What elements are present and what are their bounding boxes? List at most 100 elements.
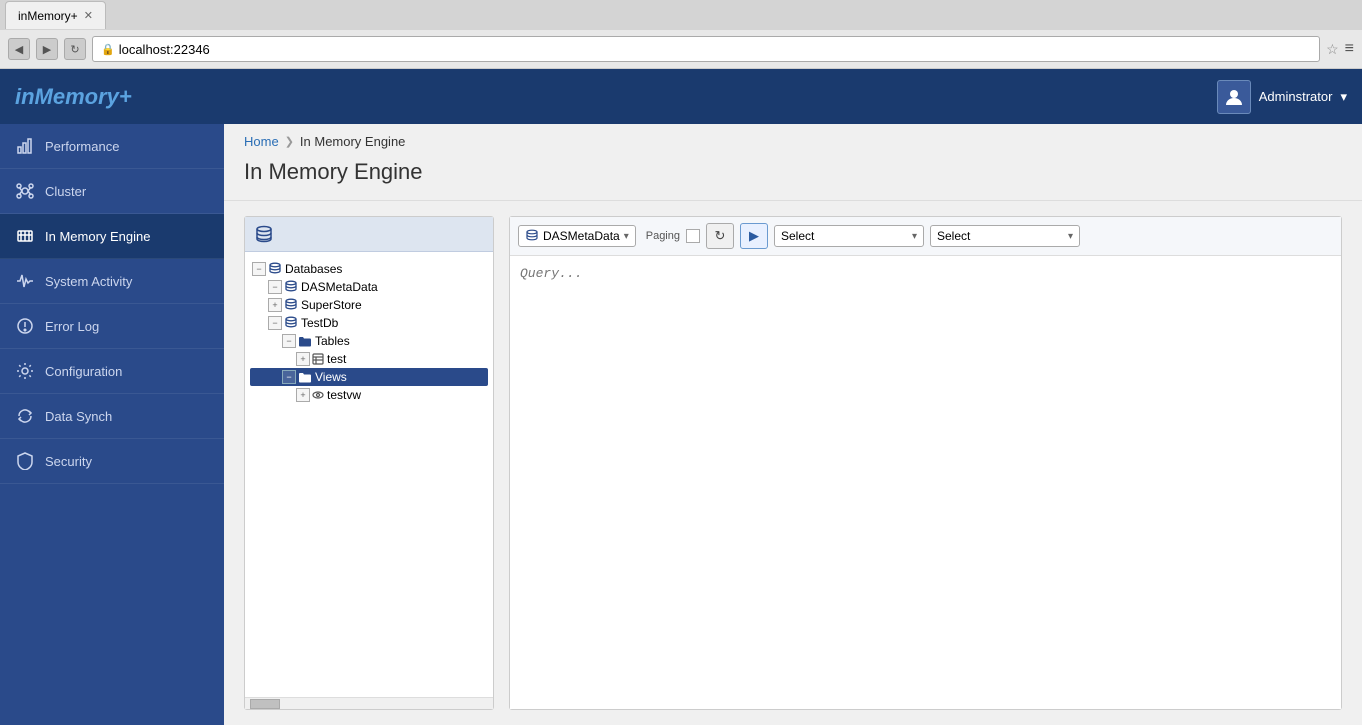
tab-title: inMemory+	[18, 9, 78, 23]
tree-scrollbar-thumb[interactable]	[250, 699, 280, 709]
testdb-icon	[284, 316, 298, 330]
breadcrumb-separator: ❯	[285, 135, 294, 148]
sidebar-label-cluster: Cluster	[45, 184, 86, 199]
refresh-button[interactable]: ↻	[706, 223, 734, 249]
panels-area: − Databases − DASMetaData +	[224, 201, 1362, 725]
tree-toggle-tables[interactable]: −	[282, 334, 296, 348]
user-avatar-icon	[1217, 80, 1251, 114]
header-right: Adminstrator ▾	[1217, 80, 1347, 114]
query-textarea[interactable]	[510, 256, 1341, 709]
main-area: Performance Cluster In Memory Engine Sys…	[0, 124, 1362, 725]
app-header: inMemory+ Adminstrator ▾	[0, 69, 1362, 124]
tree-node-views[interactable]: − Views	[250, 368, 488, 386]
sidebar-label-system-activity: System Activity	[45, 274, 132, 289]
sidebar-label-configuration: Configuration	[45, 364, 122, 379]
address-bar: ◀ ▶ ↻ 🔒 localhost:22346 ☆ ≡	[0, 30, 1362, 68]
select-dropdown-2[interactable]: Select ▾	[930, 225, 1080, 247]
forward-button[interactable]: ▶	[36, 38, 58, 60]
tree-label-dasmetadata: DASMetaData	[301, 280, 378, 294]
app-container: inMemory+ Adminstrator ▾ Performance C	[0, 69, 1362, 725]
error-icon	[15, 316, 35, 336]
superstore-icon	[284, 298, 298, 312]
select-2-label: Select	[937, 229, 970, 243]
url-text: localhost:22346	[119, 42, 210, 57]
page-title: In Memory Engine	[224, 154, 1362, 201]
breadcrumb: Home ❯ In Memory Engine	[224, 124, 1362, 154]
db-selector-icon	[525, 229, 539, 243]
tree-toggle-testdb[interactable]: −	[268, 316, 282, 330]
sync-icon	[15, 406, 35, 426]
tree-node-testvw[interactable]: + testvw	[250, 386, 488, 404]
select-1-arrow-icon: ▾	[912, 231, 917, 242]
tree-node-testdb[interactable]: − TestDb	[250, 314, 488, 332]
play-button[interactable]: ▶	[740, 223, 768, 249]
browser-chrome: inMemory+ ✕ ◀ ▶ ↻ 🔒 localhost:22346 ☆ ≡	[0, 0, 1362, 69]
config-icon	[15, 361, 35, 381]
testvw-icon	[312, 389, 324, 401]
sidebar-item-data-synch[interactable]: Data Synch	[0, 394, 224, 439]
paging-checkbox[interactable]	[686, 229, 700, 243]
tree-panel: − Databases − DASMetaData +	[244, 216, 494, 710]
bookmark-icon[interactable]: ☆	[1326, 41, 1339, 58]
tree-label-testdb: TestDb	[301, 316, 338, 330]
back-button[interactable]: ◀	[8, 38, 30, 60]
select-dropdown-1[interactable]: Select ▾	[774, 225, 924, 247]
db-selector[interactable]: DASMetaData ▾	[518, 225, 636, 247]
logo-text: inMemory	[15, 84, 119, 109]
cluster-icon	[15, 181, 35, 201]
tree-toggle-views[interactable]: −	[282, 370, 296, 384]
breadcrumb-home[interactable]: Home	[244, 134, 279, 149]
tree-scrollbar[interactable]	[245, 697, 493, 709]
memory-icon	[15, 226, 35, 246]
admin-dropdown-icon[interactable]: ▾	[1340, 89, 1347, 105]
sidebar-item-performance[interactable]: Performance	[0, 124, 224, 169]
tree-toggle-superstore[interactable]: +	[268, 298, 282, 312]
views-folder-icon	[298, 370, 312, 384]
app-logo: inMemory+	[15, 84, 132, 110]
sidebar-item-cluster[interactable]: Cluster	[0, 169, 224, 214]
tree-label-test: test	[327, 352, 346, 366]
sidebar: Performance Cluster In Memory Engine Sys…	[0, 124, 224, 725]
tree-panel-body: − Databases − DASMetaData +	[245, 252, 493, 412]
db-selector-arrow-icon: ▾	[624, 231, 629, 242]
tables-folder-icon	[298, 334, 312, 348]
tab-bar: inMemory+ ✕	[0, 0, 1362, 30]
db-header-icon	[255, 225, 273, 243]
tree-label-superstore: SuperStore	[301, 298, 362, 312]
tree-toggle-dasmetadata[interactable]: −	[268, 280, 282, 294]
admin-label: Adminstrator	[1259, 89, 1333, 104]
tree-node-test[interactable]: + test	[250, 350, 488, 368]
sidebar-item-error-log[interactable]: Error Log	[0, 304, 224, 349]
tree-node-superstore[interactable]: + SuperStore	[250, 296, 488, 314]
dasmetadata-icon	[284, 280, 298, 294]
sidebar-label-security: Security	[45, 454, 92, 469]
browser-tab[interactable]: inMemory+ ✕	[5, 1, 106, 29]
tab-close-button[interactable]: ✕	[84, 9, 93, 22]
tree-toggle-testvw[interactable]: +	[296, 388, 310, 402]
sidebar-item-in-memory-engine[interactable]: In Memory Engine	[0, 214, 224, 259]
tree-toggle-test[interactable]: +	[296, 352, 310, 366]
url-bar[interactable]: 🔒 localhost:22346	[92, 36, 1320, 62]
select-1-label: Select	[781, 229, 814, 243]
tree-node-dasmetadata[interactable]: − DASMetaData	[250, 278, 488, 296]
tree-label-testvw: testvw	[327, 388, 361, 402]
tree-panel-header	[245, 217, 493, 252]
tree-node-tables[interactable]: − Tables	[250, 332, 488, 350]
databases-icon	[268, 262, 282, 276]
tree-toggle-databases[interactable]: −	[252, 262, 266, 276]
query-toolbar: DASMetaData ▾ Paging ↻ ▶ Select	[510, 217, 1341, 256]
browser-menu-icon[interactable]: ≡	[1345, 40, 1354, 58]
db-selector-label: DASMetaData	[543, 229, 620, 243]
tree-label-databases: Databases	[285, 262, 342, 276]
lock-icon: 🔒	[101, 43, 115, 56]
tree-label-views: Views	[315, 370, 347, 384]
test-table-icon	[312, 353, 324, 365]
select-2-arrow-icon: ▾	[1068, 231, 1073, 242]
sidebar-item-system-activity[interactable]: System Activity	[0, 259, 224, 304]
sidebar-item-security[interactable]: Security	[0, 439, 224, 484]
tree-node-databases[interactable]: − Databases	[250, 260, 488, 278]
reload-button[interactable]: ↻	[64, 38, 86, 60]
breadcrumb-current: In Memory Engine	[300, 134, 406, 149]
sidebar-item-configuration[interactable]: Configuration	[0, 349, 224, 394]
paging-label: Paging	[646, 230, 680, 242]
